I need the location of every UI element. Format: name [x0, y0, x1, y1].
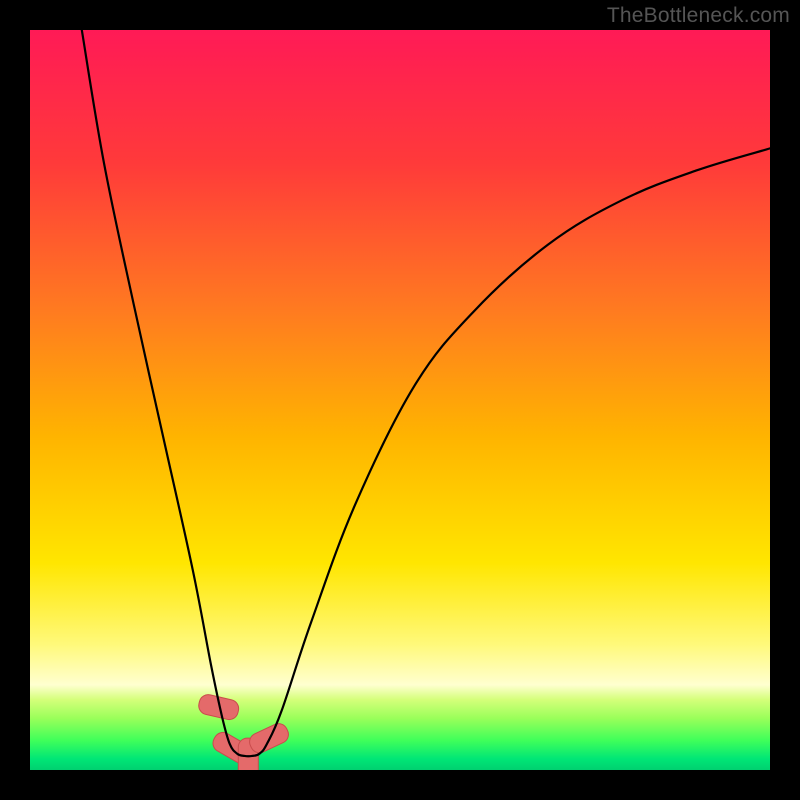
chart-frame: TheBottleneck.com [0, 0, 800, 800]
bottleneck-curve [82, 30, 770, 756]
watermark-text: TheBottleneck.com [607, 4, 790, 28]
plot-area [30, 30, 770, 770]
curve-layer [30, 30, 770, 770]
markers-group [197, 693, 291, 770]
